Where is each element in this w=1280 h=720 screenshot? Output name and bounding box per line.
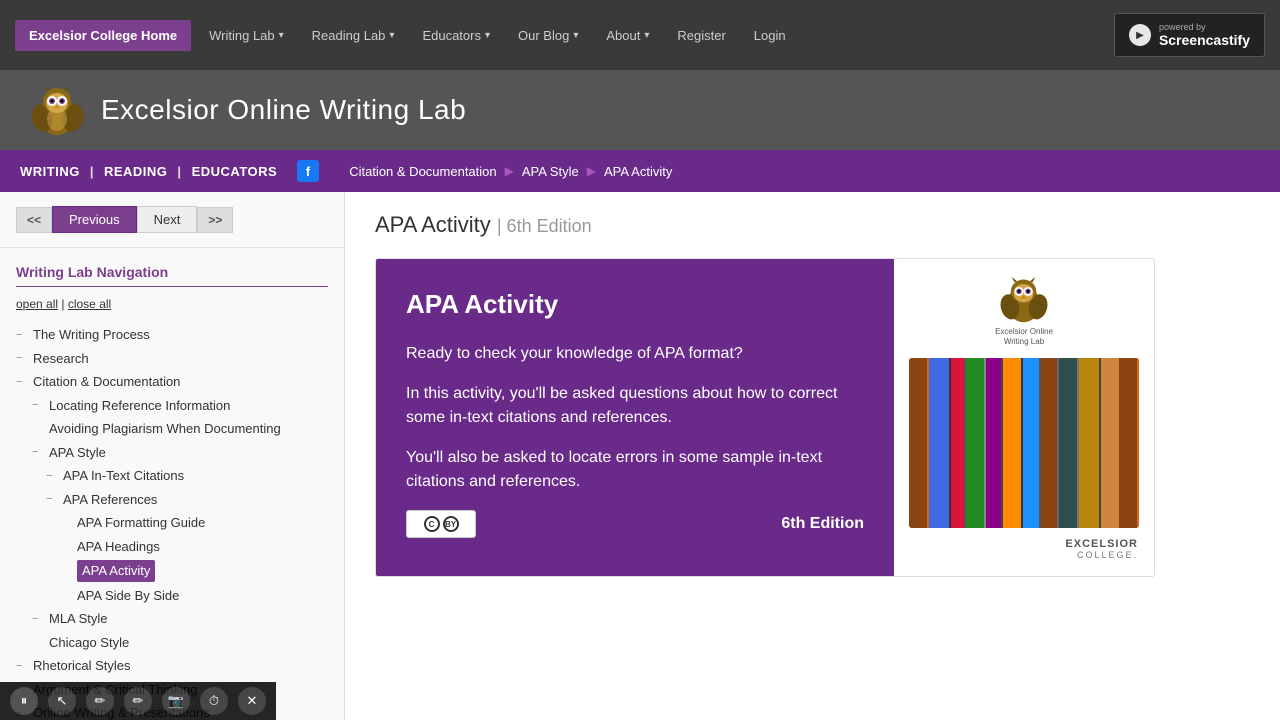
breadcrumb-arrow-icon: ▶ bbox=[505, 164, 514, 178]
page-content: APA Activity | 6th Edition APA Activity … bbox=[345, 192, 1280, 720]
tree-item-apa-style[interactable]: − APA Style bbox=[16, 441, 328, 465]
chevron-down-icon: ▾ bbox=[279, 30, 284, 41]
excelsior-name: EXCELSIOR bbox=[1065, 538, 1138, 550]
facebook-icon[interactable]: f bbox=[297, 160, 319, 182]
about-nav[interactable]: About ▾ bbox=[596, 22, 659, 49]
chevron-down-icon: ▾ bbox=[644, 30, 649, 41]
toggle-icon: − bbox=[16, 658, 30, 675]
previous-button[interactable]: Previous bbox=[52, 206, 137, 233]
page-title: APA Activity | 6th Edition bbox=[375, 212, 1250, 238]
activity-card-para2: In this activity, you'll be asked questi… bbox=[406, 382, 864, 430]
screencastify-toolbar: ⏸ ↖ ✏ ✏ 📷 ⏱ ✕ bbox=[0, 682, 276, 720]
toggle-icon: − bbox=[16, 374, 30, 391]
powered-by-label: powered by bbox=[1159, 22, 1250, 32]
top-navigation: Excelsior College Home Writing Lab ▾ Rea… bbox=[0, 0, 1280, 70]
main-content: << Previous Next >> Writing Lab Navigati… bbox=[0, 192, 1280, 720]
activity-card: APA Activity Ready to check your knowled… bbox=[375, 258, 1155, 577]
educators-nav[interactable]: Educators ▾ bbox=[412, 22, 500, 49]
toggle-icon: − bbox=[46, 468, 60, 485]
our-blog-nav[interactable]: Our Blog ▾ bbox=[508, 22, 588, 49]
site-title: Excelsior Online Writing Lab bbox=[101, 94, 466, 126]
tree-item-apa-references[interactable]: − APA References bbox=[16, 488, 328, 512]
reading-link[interactable]: READING bbox=[104, 164, 167, 179]
video-button[interactable]: 📷 bbox=[162, 687, 190, 715]
by-symbol: BY bbox=[443, 516, 459, 532]
sidebar: << Previous Next >> Writing Lab Navigati… bbox=[0, 192, 345, 720]
open-all-link[interactable]: open all bbox=[16, 297, 58, 311]
pause-button[interactable]: ⏸ bbox=[10, 687, 38, 715]
toggle-icon: − bbox=[16, 327, 30, 344]
close-all-link[interactable]: close all bbox=[68, 297, 111, 311]
tree-item-apa-formatting[interactable]: APA Formatting Guide bbox=[16, 511, 328, 535]
tree-item-apa-side[interactable]: APA Side By Side bbox=[16, 584, 328, 608]
breadcrumb-arrow-icon-2: ▶ bbox=[587, 164, 596, 178]
nav-buttons: << Previous Next >> bbox=[0, 192, 344, 248]
cursor-button[interactable]: ↖ bbox=[48, 687, 76, 715]
next-arrow-button[interactable]: >> bbox=[197, 207, 233, 233]
activity-card-para3: You'll also be asked to locate errors in… bbox=[406, 446, 864, 494]
tree-item-apa-headings[interactable]: APA Headings bbox=[16, 535, 328, 559]
screencastify-badge: ▶ powered by Screencastify bbox=[1114, 13, 1265, 57]
home-button[interactable]: Excelsior College Home bbox=[15, 20, 191, 51]
tree-item-apa-intext[interactable]: − APA In-Text Citations bbox=[16, 464, 328, 488]
toggle-icon: − bbox=[46, 491, 60, 508]
activity-card-footer: C BY 6th Edition bbox=[406, 510, 864, 538]
excelsior-sub: COLLEGE. bbox=[1077, 550, 1138, 560]
breadcrumb-current: APA Activity bbox=[604, 164, 672, 179]
excelsior-logo: EXCELSIOR COLLEGE. bbox=[910, 538, 1138, 560]
tree-navigation: − The Writing Process − Research − Citat… bbox=[16, 323, 328, 720]
tree-item-mla[interactable]: − MLA Style bbox=[16, 607, 328, 631]
tree-item-citation[interactable]: − Citation & Documentation bbox=[16, 370, 328, 394]
breadcrumb-citation[interactable]: Citation & Documentation bbox=[349, 164, 496, 179]
books-image bbox=[909, 358, 1139, 528]
pen-button[interactable]: ✏ bbox=[86, 687, 114, 715]
toggle-icon: − bbox=[32, 397, 46, 414]
highlight-button[interactable]: ✏ bbox=[124, 687, 152, 715]
tree-item-rhetorical[interactable]: − Rhetorical Styles bbox=[16, 654, 328, 678]
chevron-down-icon: ▾ bbox=[485, 30, 490, 41]
activity-card-content: APA Activity Ready to check your knowled… bbox=[376, 259, 894, 576]
tree-item-chicago[interactable]: Chicago Style bbox=[16, 631, 328, 655]
prev-arrow-button[interactable]: << bbox=[16, 207, 52, 233]
reading-lab-nav[interactable]: Reading Lab ▾ bbox=[302, 22, 405, 49]
owl-logo-small: Excelsior Online Writing Lab bbox=[995, 275, 1053, 348]
toggle-icon: − bbox=[32, 444, 46, 461]
cc-license-icon: C BY bbox=[406, 510, 476, 538]
chevron-down-icon: ▾ bbox=[573, 30, 578, 41]
tree-item-locating[interactable]: − Locating Reference Information bbox=[16, 394, 328, 418]
breadcrumb-apa-style[interactable]: APA Style bbox=[522, 164, 579, 179]
breadcrumb: Citation & Documentation ▶ APA Style ▶ A… bbox=[319, 164, 1260, 179]
cc-symbol: C bbox=[424, 516, 440, 532]
close-button[interactable]: ✕ bbox=[238, 687, 266, 715]
toggle-icon: − bbox=[32, 611, 46, 628]
chevron-down-icon: ▾ bbox=[389, 30, 394, 41]
edition-badge: 6th Edition bbox=[781, 515, 864, 533]
tree-item-avoiding[interactable]: Avoiding Plagiarism When Documenting bbox=[16, 417, 328, 441]
register-nav[interactable]: Register bbox=[667, 22, 735, 49]
edition-label: | 6th Edition bbox=[497, 216, 592, 236]
toggle-icon: − bbox=[16, 350, 30, 367]
tree-item-apa-activity[interactable]: APA Activity bbox=[16, 558, 328, 584]
activity-card-right: Excelsior Online Writing Lab EXCELSIOR C… bbox=[894, 259, 1154, 576]
tree-item-writing-process[interactable]: − The Writing Process bbox=[16, 323, 328, 347]
writing-lab-nav[interactable]: Writing Lab ▾ bbox=[199, 22, 294, 49]
owl-logo[interactable] bbox=[30, 83, 85, 138]
screencastify-name: Screencastify bbox=[1159, 32, 1250, 48]
activity-card-heading: APA Activity bbox=[406, 289, 864, 320]
writing-link[interactable]: WRITING bbox=[20, 164, 80, 179]
login-nav[interactable]: Login bbox=[744, 22, 796, 49]
writing-lab-nav-title: Writing Lab Navigation bbox=[16, 264, 328, 287]
activity-card-para1: Ready to check your knowledge of APA for… bbox=[406, 342, 864, 366]
play-icon: ▶ bbox=[1129, 24, 1151, 46]
educators-link[interactable]: EDUCATORS bbox=[192, 164, 278, 179]
logo-bar: Excelsior Online Writing Lab bbox=[0, 70, 1280, 150]
open-close-controls: open all | close all bbox=[16, 297, 328, 311]
next-button[interactable]: Next bbox=[137, 206, 198, 233]
timer-button[interactable]: ⏱ bbox=[200, 687, 228, 715]
tree-item-research[interactable]: − Research bbox=[16, 347, 328, 371]
sub-navigation: WRITING | READING | EDUCATORS f Citation… bbox=[0, 150, 1280, 192]
